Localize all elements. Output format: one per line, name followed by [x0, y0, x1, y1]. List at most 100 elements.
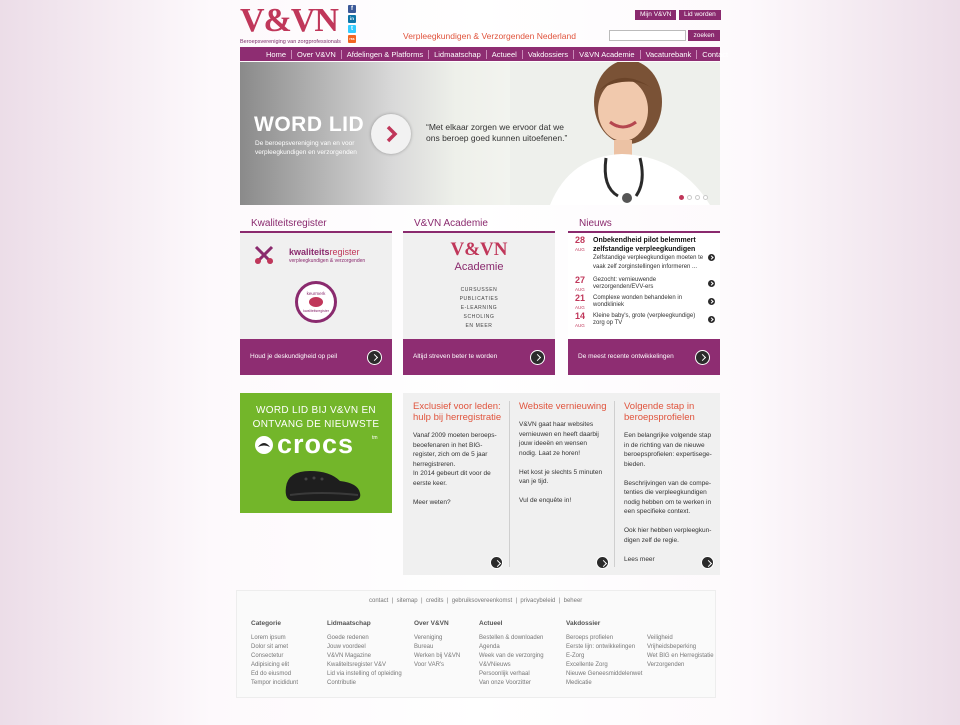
arrow-right-icon[interactable] [708, 316, 715, 323]
news-item[interactable]: 21 AUG Complexe wonden behandelen in won… [568, 294, 720, 313]
footer-item[interactable]: Kwaliteitsregister V&V [327, 661, 402, 670]
arrow-right-icon[interactable] [367, 350, 382, 365]
footer-item[interactable]: Vrijheidsbeperking [647, 643, 714, 652]
footer-links: contact | sitemap | credits | gebruiksov… [369, 598, 583, 604]
footer-item[interactable]: Vereniging [414, 634, 460, 643]
footer-item[interactable]: Lid via instelling of opleiding [327, 670, 402, 679]
nav-vakdossiers[interactable]: Vakdossiers [523, 49, 575, 59]
facebook-icon[interactable]: f [348, 5, 356, 13]
footer-item[interactable]: E-Zorg [566, 652, 642, 661]
info-title[interactable]: Website vernieuwing [519, 401, 614, 412]
logo-part-a: kwaliteits [289, 247, 330, 257]
footer-item[interactable]: Van onze Voorzitter [479, 679, 544, 688]
footer-link[interactable]: beheer [564, 598, 583, 604]
nav-lidmaatschap[interactable]: Lidmaatschap [429, 49, 487, 59]
news-title[interactable]: Complexe wonden behandelen in wondklinie… [593, 295, 720, 309]
arrow-right-icon[interactable] [701, 556, 714, 569]
footer-item[interactable]: Eerste lijn: ontwikkelingen [566, 643, 642, 652]
footer-item[interactable]: Consectetur [251, 652, 298, 661]
search-button[interactable]: zoeken [688, 30, 720, 41]
slider-dot[interactable] [703, 195, 708, 200]
nav-academie[interactable]: V&VN Academie [574, 49, 641, 59]
arrow-right-icon[interactable] [695, 350, 710, 365]
badge-mark-icon [309, 297, 323, 307]
footer-item[interactable]: Wet BIG en Herregistatie [647, 652, 714, 661]
footer-item[interactable]: Lorem ipsum [251, 634, 298, 643]
info-title[interactable]: Exclusief voor leden: hulp bij herregist… [413, 401, 508, 423]
footer-column-title: Actueel [479, 620, 503, 627]
slider-dot[interactable] [687, 195, 692, 200]
footer-item[interactable]: V&VN Magazine [327, 652, 402, 661]
footer-column-title: Vakdossier [566, 620, 601, 627]
footer-item[interactable]: Tempor incididunt [251, 679, 298, 688]
kwaliteitsregister-footer[interactable]: Houd je deskundigheid op peil [240, 339, 392, 375]
search-input[interactable] [609, 30, 686, 41]
news-title[interactable]: Gezocht: vernieuwende verzorgenden/EVV-e… [593, 277, 720, 291]
footer-item[interactable]: Bureau [414, 643, 460, 652]
footer-item[interactable]: Verzorgenden [647, 661, 714, 670]
news-month: AUG [575, 247, 585, 252]
nav-home[interactable]: Home [261, 49, 293, 59]
arrow-right-icon[interactable] [708, 298, 715, 305]
footer-item[interactable]: Adipisicing elit [251, 661, 298, 670]
news-item[interactable]: 28 AUG Onbekendheid pilot belemmert zelf… [568, 236, 720, 277]
news-item[interactable]: 27 AUG Gezocht: vernieuwende verzorgende… [568, 276, 720, 295]
footer-item[interactable]: Bestellen & downloaden [479, 634, 544, 643]
footer-item[interactable]: Jouw voordeel [327, 643, 402, 652]
academie-footer[interactable]: Altijd streven beter te worden [403, 339, 555, 375]
nav-contact[interactable]: Contact [697, 50, 733, 59]
footer-item[interactable]: V&VNieuws [479, 661, 544, 670]
arrow-right-icon[interactable] [530, 350, 545, 365]
slider-dots [679, 195, 708, 200]
footer-item[interactable]: Beroeps profielen [566, 634, 642, 643]
footer-item[interactable]: Excellente Zorg [566, 661, 642, 670]
arrow-right-icon[interactable] [708, 280, 715, 287]
footer-item[interactable]: Werken bij V&VN [414, 652, 460, 661]
news-title[interactable]: Onbekendheid pilot belemmert zelfstandig… [593, 237, 720, 254]
arrow-right-icon[interactable] [490, 556, 503, 569]
lid-worden-button[interactable]: Lid worden [679, 10, 721, 20]
nav-vacaturebank[interactable]: Vacaturebank [641, 49, 698, 59]
news-month: AUG [575, 305, 585, 310]
footer-item[interactable]: Contributie [327, 679, 402, 688]
vvn-logo[interactable]: V&VN Beroepsvereniging van zorgprofessio… [240, 4, 345, 46]
mijn-vvn-button[interactable]: Mijn V&VN [635, 10, 677, 20]
arrow-right-icon[interactable] [596, 556, 609, 569]
crocs-ad[interactable]: WORD LID BIJ V&VN EN ONTVANG DE NIEUWSTE… [240, 393, 392, 513]
rss-icon[interactable]: rss [348, 35, 356, 43]
footer-link[interactable]: privacybeleid [520, 598, 555, 604]
info-title[interactable]: Volgende stap in beroepsprofielen [624, 401, 719, 423]
footer-link[interactable]: sitemap [397, 598, 418, 604]
news-item[interactable]: 14 AUG Kleine baby's, grote (verpleegkun… [568, 312, 720, 331]
footer-column: Categorie Lorem ipsum Dolor sit amet Con… [251, 619, 298, 688]
footer-item[interactable]: Medicatie [566, 679, 642, 688]
footer-item[interactable]: Ed do eiusmod [251, 670, 298, 679]
footer-link[interactable]: credits [426, 598, 444, 604]
footer-link[interactable]: contact [369, 598, 388, 604]
nav-actueel[interactable]: Actueel [487, 49, 523, 59]
footer-item[interactable]: Dolor sit amet [251, 643, 298, 652]
footer-item[interactable]: Veiligheid [647, 634, 714, 643]
footer-item[interactable]: Persoonlijk verhaal [479, 670, 544, 679]
slider-dot[interactable] [695, 195, 700, 200]
academie-logo-sub: Academie [454, 261, 504, 273]
hero-banner[interactable]: WORD LID De beroepsvereniging van en voo… [240, 62, 720, 205]
footer-item[interactable]: Agenda [479, 643, 544, 652]
linkedin-icon[interactable]: in [348, 15, 356, 23]
arrow-right-icon[interactable] [708, 254, 715, 261]
slider-dot[interactable] [679, 195, 684, 200]
hero-next-arrow-icon[interactable] [371, 114, 411, 154]
nieuws-footer[interactable]: De meest recente ontwikkelingen [568, 339, 720, 375]
academie-item: PUBLICATIES [459, 296, 499, 302]
footer-item[interactable]: Week van de verzorging [479, 652, 544, 661]
academie-body[interactable]: V&VN Academie CURSUSSEN PUBLICATIES E-LE… [403, 233, 555, 339]
footer-item[interactable]: Voor VAR's [414, 661, 460, 670]
footer-item[interactable]: Nieuwe Geneesmiddelenwet [566, 670, 642, 679]
news-title[interactable]: Kleine baby's, grote (verpleegkundige) z… [593, 313, 720, 327]
kwaliteitsregister-body[interactable]: kwaliteitsregister verpleegkundigen & ve… [240, 233, 392, 339]
footer-link[interactable]: gebruiksovereenkomst [452, 598, 512, 604]
nav-afdelingen[interactable]: Afdelingen & Platforms [342, 49, 430, 59]
footer-item[interactable]: Goede redenen [327, 634, 402, 643]
nav-over-vvn[interactable]: Over V&VN [292, 49, 342, 59]
twitter-icon[interactable]: t [348, 25, 356, 33]
